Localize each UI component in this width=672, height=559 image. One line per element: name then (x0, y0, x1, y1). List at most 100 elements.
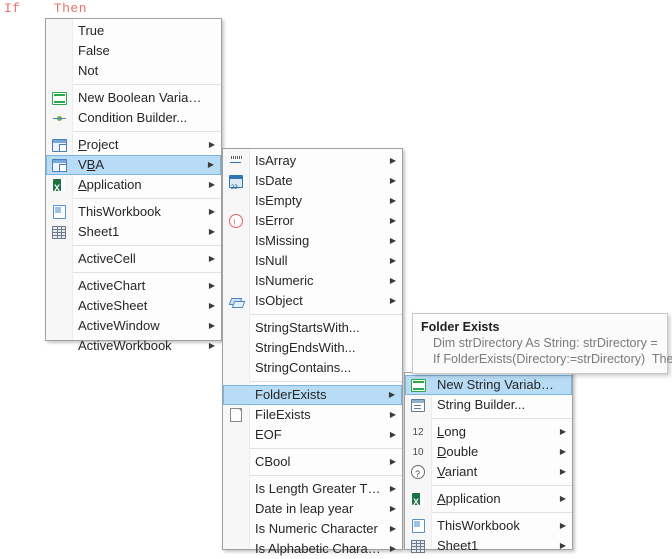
menu-item-is-length-greater-than-0[interactable]: Is Length Greater Than 0 ▶ (223, 479, 402, 499)
menu-item-new-boolean-variable[interactable]: New Boolean Variable... (46, 88, 221, 108)
project-window-icon (51, 138, 67, 152)
menu-item-sheet1[interactable]: Sheet1 ▶ (405, 536, 572, 556)
menu-item-sheet1[interactable]: Sheet1 ▶ (46, 222, 221, 242)
tooltip-line-2: If FolderExists(Directory:=strDirectory)… (433, 352, 672, 366)
submenu-arrow-icon: ▶ (208, 321, 216, 330)
menu-item-label: ThisWorkbook (437, 518, 520, 533)
workbook-icon-slot (405, 517, 431, 535)
submenu-arrow-icon: ▶ (389, 296, 397, 305)
error-icon-slot (223, 212, 249, 233)
menu-item-string-builder[interactable]: String Builder... (405, 395, 572, 415)
menu-item-label: Condition Builder... (78, 110, 188, 125)
submenu-arrow-icon: ▶ (559, 467, 567, 476)
menu-item-thisworkbook[interactable]: ThisWorkbook ▶ (46, 202, 221, 222)
menu-item-double[interactable]: 10 Double ▶ (405, 442, 572, 462)
menu-item-stringstartswith[interactable]: StringStartsWith... (223, 318, 402, 338)
menu-item-application[interactable]: Application ▶ (405, 489, 572, 512)
menu-item-project[interactable]: Project ▶ (46, 135, 221, 155)
menu-item-vba[interactable]: VBA ▶ (46, 155, 221, 175)
menu-item-icon-empty (223, 540, 249, 558)
excel-application-icon-slot (405, 490, 431, 512)
menu-item-activecell[interactable]: ActiveCell ▶ (46, 249, 221, 269)
menu-item-isnull[interactable]: IsNull ▶ (223, 251, 402, 271)
submenu-arrow-icon: ▶ (559, 521, 567, 530)
variant-icon (411, 464, 425, 484)
menu-item-icon-empty (224, 386, 249, 404)
submenu-arrow-icon: ▶ (388, 390, 396, 399)
menu-separator (250, 314, 402, 315)
menu-item-not[interactable]: Not (46, 61, 221, 81)
excel-application-icon (53, 178, 65, 198)
menu-item-isempty[interactable]: IsEmpty ▶ (223, 191, 402, 211)
menu-item-label: Sheet1 (78, 224, 120, 239)
num-12-icon-slot: 12 (405, 423, 431, 441)
submenu-arrow-icon: ▶ (208, 301, 216, 310)
menu-item-label: IsDate (255, 173, 293, 188)
menu-item-label: Double (437, 444, 479, 459)
menu-item-label: Is Length Greater Than 0 (255, 481, 386, 496)
condition-builder-icon-slot (46, 109, 72, 127)
menu-separator (432, 418, 572, 419)
menu-item-variant[interactable]: Variant ▶ (405, 462, 572, 484)
folder-exists-tooltip: Folder Exists Dim strDirectory As String… (412, 313, 672, 374)
error-icon (229, 213, 243, 233)
submenu-arrow-icon: ▶ (208, 140, 216, 149)
menu-item-icon-empty (46, 250, 72, 268)
context-menu-level-1[interactable]: True False Not New Boolean Variable... Condi… (45, 18, 222, 353)
menu-item-icon-empty (223, 252, 249, 270)
menu-item-folderexists[interactable]: FolderExists ▶ (223, 385, 402, 405)
menu-item-label: IsNumeric (255, 273, 314, 288)
menu-item-label: False (78, 43, 110, 58)
menu-item-label: VBA (78, 157, 105, 172)
menu-item-isobject[interactable]: IsObject ▶ (223, 291, 402, 311)
context-menu-level-3[interactable]: New String Variable... String Builder... 1… (404, 372, 573, 553)
menu-item-new-string-variable[interactable]: New String Variable... (405, 375, 572, 395)
menu-separator (73, 245, 221, 246)
menu-item-label: FileExists (255, 407, 311, 422)
string-builder-icon-slot (405, 396, 431, 414)
menu-item-isdate[interactable]: IsDate ▶ (223, 171, 402, 198)
submenu-arrow-icon: ▶ (389, 276, 397, 285)
excel-application-icon (412, 492, 424, 512)
menu-item-isarray[interactable]: IsArray ▶ (223, 151, 402, 171)
menu-item-fileexists[interactable]: FileExists ▶ (223, 405, 402, 425)
menu-item-long[interactable]: 12 Long ▶ (405, 422, 572, 442)
menu-item-true[interactable]: True (46, 21, 221, 41)
menu-item-label: IsEmpty (255, 193, 302, 208)
menu-item-activeworkbook[interactable]: ActiveWorkbook ▶ (46, 336, 221, 356)
menu-item-false[interactable]: False (46, 41, 221, 61)
menu-item-icon-empty (223, 480, 249, 498)
menu-item-application[interactable]: Application ▶ (46, 175, 221, 198)
menu-item-label: Sheet1 (437, 538, 479, 553)
menu-item-stringendswith[interactable]: StringEndsWith... (223, 338, 402, 358)
menu-item-is-numeric-character[interactable]: Is Numeric Character ▶ (223, 519, 402, 539)
menu-separator (250, 475, 402, 476)
menu-item-condition-builder[interactable]: Condition Builder... (46, 108, 221, 128)
menu-item-is-alphabetic-character[interactable]: Is Alphabetic Character ▶ (223, 539, 402, 559)
menu-item-label: StringStartsWith... (255, 320, 360, 335)
menu-item-cbool[interactable]: CBool ▶ (223, 452, 402, 472)
menu-item-stringcontains[interactable]: StringContains... (223, 358, 402, 378)
menu-item-isnumeric[interactable]: IsNumeric ▶ (223, 271, 402, 291)
object-icon-slot (223, 292, 249, 310)
submenu-arrow-icon: ▶ (389, 524, 397, 533)
submenu-arrow-icon: ▶ (389, 484, 397, 493)
menu-item-label: ActiveWorkbook (78, 338, 172, 353)
menu-item-ismissing[interactable]: IsMissing ▶ (223, 231, 402, 251)
menu-separator (73, 131, 221, 132)
submenu-arrow-icon: ▶ (208, 341, 216, 350)
menu-item-date-in-leap-year[interactable]: Date in leap year ▶ (223, 499, 402, 519)
menu-item-activechart[interactable]: ActiveChart ▶ (46, 276, 221, 296)
menu-item-activewindow[interactable]: ActiveWindow ▶ (46, 316, 221, 336)
num-12-icon: 12 (412, 426, 424, 438)
menu-item-icon-empty (223, 426, 249, 444)
submenu-arrow-icon: ▶ (559, 541, 567, 550)
context-menu-level-2[interactable]: IsArray▶IsDate▶IsEmpty▶IsError▶IsMissing… (222, 148, 403, 556)
file-icon (230, 408, 242, 422)
menu-separator (250, 448, 402, 449)
menu-item-thisworkbook[interactable]: ThisWorkbook ▶ (405, 516, 572, 536)
menu-item-iserror[interactable]: IsError ▶ (223, 211, 402, 233)
menu-item-activesheet[interactable]: ActiveSheet ▶ (46, 296, 221, 316)
menu-item-eof[interactable]: EOF ▶ (223, 425, 402, 445)
workbook-icon-slot (46, 203, 72, 221)
